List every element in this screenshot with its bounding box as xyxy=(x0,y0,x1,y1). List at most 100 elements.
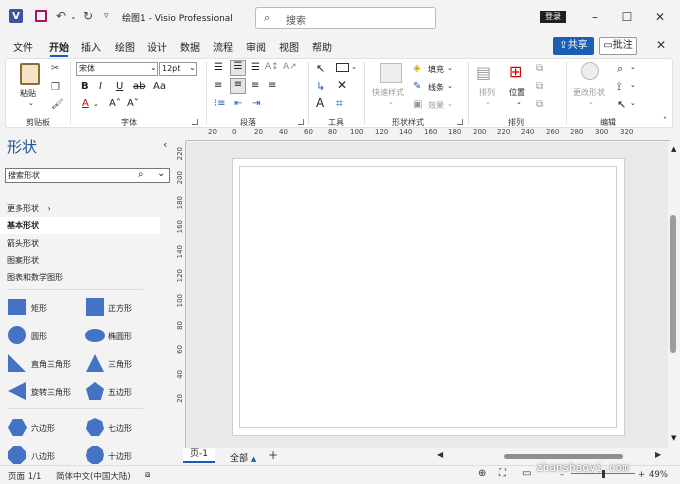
horizontal-scroll-thumb[interactable] xyxy=(504,454,623,459)
cut-icon[interactable]: ✂ xyxy=(51,63,59,74)
quick-styles-icon[interactable] xyxy=(380,63,402,83)
redo-icon[interactable]: ↻ xyxy=(83,9,93,23)
position-icon[interactable]: ⊞ xyxy=(509,62,522,81)
paste-label[interactable]: 粘贴 xyxy=(20,88,36,99)
decrease-indent-icon[interactable]: ⇤ xyxy=(234,98,242,109)
rotated-triangle-shape-icon[interactable] xyxy=(8,382,26,400)
collapse-panel-icon[interactable]: ‹ xyxy=(163,138,167,151)
change-shape-icon[interactable] xyxy=(581,62,599,80)
bring-forward-icon[interactable]: ⧉ xyxy=(536,81,543,92)
layers-icon[interactable]: ⟟ xyxy=(617,80,621,94)
fit-page-icon[interactable]: ⛶ xyxy=(499,468,506,479)
fill-label[interactable]: 填充 xyxy=(428,64,444,75)
maximize-button[interactable]: ☐ xyxy=(617,8,637,26)
paragraph-dialog-launcher-icon[interactable] xyxy=(298,119,304,125)
connector-tool-icon[interactable]: ↳ xyxy=(316,80,325,93)
font-family-select[interactable]: 宋体 xyxy=(76,62,158,76)
grow-font-icon[interactable]: A˄ xyxy=(109,98,121,109)
chevron-down-icon[interactable]: ⌄ xyxy=(157,168,165,179)
copy-icon[interactable]: ❐ xyxy=(51,82,60,93)
tab-home[interactable]: 开始 xyxy=(49,39,69,54)
pan-zoom-icon[interactable]: ⊕ xyxy=(478,468,486,479)
tab-process[interactable]: 流程 xyxy=(213,39,233,54)
font-dialog-launcher-icon[interactable] xyxy=(192,119,198,125)
comments-button[interactable]: ▭批注 xyxy=(599,37,637,55)
stencil-more-shapes[interactable]: 更多形状 › xyxy=(7,203,51,214)
align-bottom-icon[interactable]: ☰ xyxy=(251,62,260,73)
send-backward-icon[interactable]: ⧉ xyxy=(536,99,543,110)
justify-icon[interactable]: ≡ xyxy=(268,80,276,91)
connection-point-tool-icon[interactable]: ✕ xyxy=(337,78,347,92)
align-center-icon[interactable]: ≡ xyxy=(230,78,246,94)
text-rotate-icon[interactable]: A↗ xyxy=(283,62,297,72)
increase-indent-icon[interactable]: ⇥ xyxy=(252,98,260,109)
tab-design[interactable]: 设计 xyxy=(147,39,167,54)
circle-shape-icon[interactable] xyxy=(8,326,26,344)
change-case-icon[interactable]: Aa xyxy=(153,81,166,92)
tab-insert[interactable]: 插入 xyxy=(81,39,101,54)
text-tool-icon[interactable]: A xyxy=(316,96,324,110)
close-ribbon-icon[interactable]: ✕ xyxy=(656,38,666,52)
triangle-shape-icon[interactable] xyxy=(86,354,104,372)
arrange-dropdown-icon[interactable]: ⌄ xyxy=(485,98,491,106)
font-color-icon[interactable]: A xyxy=(82,98,89,109)
zoom-in-icon[interactable]: + xyxy=(638,470,645,480)
scroll-right-icon[interactable]: ▶ xyxy=(655,450,661,459)
italic-icon[interactable]: I xyxy=(99,81,102,92)
tab-review[interactable]: 审阅 xyxy=(246,39,266,54)
right-triangle-shape-icon[interactable] xyxy=(8,354,26,372)
position-dropdown-icon[interactable]: ⌄ xyxy=(516,98,522,106)
strikethrough-icon[interactable]: ab xyxy=(133,81,145,92)
select-icon[interactable]: ↖ xyxy=(617,98,626,111)
arrange-label[interactable]: 排列 xyxy=(479,87,495,98)
ellipse-shape-icon[interactable] xyxy=(85,329,105,342)
search-icon[interactable]: ⌕ xyxy=(138,169,144,180)
stencil-arrow-shapes[interactable]: 箭头形状 xyxy=(7,238,39,249)
change-shape-label[interactable]: 更改形状 xyxy=(573,87,605,98)
bold-icon[interactable]: B xyxy=(81,81,89,92)
vertical-ruler[interactable]: 220 200 180 160 140 120 100 80 60 40 20 xyxy=(175,141,186,449)
font-size-dropdown-icon[interactable]: ⌄ xyxy=(189,63,196,72)
find-dropdown-icon[interactable]: ⌄ xyxy=(630,63,636,71)
page-indicator[interactable]: 页面 1/1 xyxy=(8,470,41,482)
tab-file[interactable]: 文件 xyxy=(13,39,33,54)
undo-icon[interactable]: ↶ xyxy=(56,9,66,23)
decagon-shape-icon[interactable] xyxy=(86,446,104,464)
text-direction-icon[interactable]: A↕ xyxy=(265,62,279,72)
hexagon-shape-icon[interactable] xyxy=(8,419,27,436)
quick-styles-label[interactable]: 快速样式 xyxy=(372,87,404,98)
scroll-left-icon[interactable]: ◀ xyxy=(437,450,443,459)
effects-dropdown-icon[interactable]: ⌄ xyxy=(447,100,453,108)
shape-search-input[interactable]: 搜索形状 ⌕ ⌄ xyxy=(5,168,170,183)
collapse-ribbon-icon[interactable]: ˄ xyxy=(663,116,667,125)
vertical-scroll-thumb[interactable] xyxy=(670,215,676,353)
change-shape-dropdown-icon[interactable]: ⌄ xyxy=(588,98,594,106)
font-family-dropdown-icon[interactable]: ⌄ xyxy=(150,63,157,72)
rectangle-tool-icon[interactable] xyxy=(336,63,349,72)
share-button[interactable]: ⇪共享 xyxy=(553,37,594,55)
rectangle-tool-dropdown-icon[interactable]: ⌄ xyxy=(351,63,357,71)
stencil-chart-math-shapes[interactable]: 图表和数学图形 xyxy=(7,272,63,283)
save-icon[interactable] xyxy=(35,10,47,22)
rectangle-shape-icon[interactable] xyxy=(8,299,26,315)
line-label[interactable]: 线条 xyxy=(428,82,444,93)
connector-point-icon[interactable]: ⌗ xyxy=(336,96,343,111)
close-window-button[interactable]: ✕ xyxy=(650,8,670,26)
pointer-tool-icon[interactable]: ↖ xyxy=(316,62,325,75)
square-shape-icon[interactable] xyxy=(86,298,104,316)
tab-draw[interactable]: 绘图 xyxy=(115,39,135,54)
undo-dropdown-icon[interactable]: ⌄ xyxy=(70,12,77,21)
paste-dropdown-icon[interactable]: ⌄ xyxy=(28,99,34,107)
line-dropdown-icon[interactable]: ⌄ xyxy=(447,82,453,90)
select-dropdown-icon[interactable]: ⌄ xyxy=(630,99,636,107)
tab-help[interactable]: 帮助 xyxy=(312,39,332,54)
align-middle-icon[interactable]: ☰ xyxy=(230,60,246,76)
octagon-shape-icon[interactable] xyxy=(8,446,26,464)
macro-record-icon[interactable]: ⧇ xyxy=(145,470,150,480)
quick-styles-dropdown-icon[interactable]: ⌄ xyxy=(388,98,394,106)
position-label[interactable]: 位置 xyxy=(509,87,525,98)
shape-styles-dialog-launcher-icon[interactable] xyxy=(457,119,463,125)
minimize-button[interactable]: – xyxy=(585,8,605,26)
effects-icon[interactable]: ▣ xyxy=(413,99,422,110)
tab-data[interactable]: 数据 xyxy=(180,39,200,54)
